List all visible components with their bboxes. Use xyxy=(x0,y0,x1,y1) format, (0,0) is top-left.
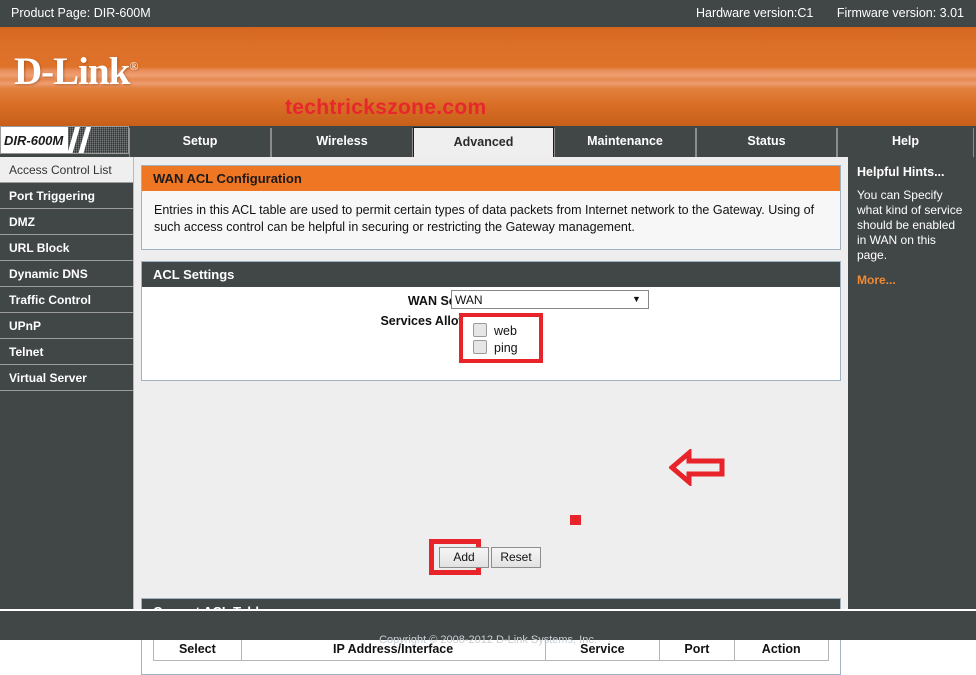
add-button[interactable]: Add xyxy=(439,547,489,568)
form-actions: Add Reset xyxy=(141,536,841,578)
sidebar-item-telnet[interactable]: Telnet xyxy=(0,339,133,365)
site-watermark: techtrickszone.com xyxy=(285,96,486,120)
registered-mark-icon: ® xyxy=(129,59,137,73)
annotation-arrow-left-icon xyxy=(669,449,725,486)
sidebar-item-upnp[interactable]: UPnP xyxy=(0,313,133,339)
acl-settings-title: ACL Settings xyxy=(142,262,840,287)
tab-advanced[interactable]: Advanced xyxy=(413,127,554,157)
helpful-hints-title: Helpful Hints... xyxy=(857,165,967,179)
tab-help[interactable]: Help xyxy=(837,128,974,157)
wan-setting-select[interactable]: WAN xyxy=(451,290,649,309)
copyright-text: Copyright © 2008-2012 D-Link Systems, In… xyxy=(0,634,976,646)
acl-settings-panel: ACL Settings WAN Setting: WAN ▼ Services… xyxy=(141,261,841,381)
sidebar-item-port-triggering[interactable]: Port Triggering xyxy=(0,183,133,209)
tab-status[interactable]: Status xyxy=(696,128,837,157)
page-body: Access Control ListPort TriggeringDMZURL… xyxy=(0,157,976,609)
sidebar-item-virtual-server[interactable]: Virtual Server xyxy=(0,365,133,391)
version-info: Hardware version:C1 Firmware version: 3.… xyxy=(676,6,964,20)
page-footer: Copyright © 2008-2012 D-Link Systems, In… xyxy=(0,609,976,640)
wan-acl-config-panel: WAN ACL Configuration Entries in this AC… xyxy=(141,165,841,250)
wan-acl-config-title: WAN ACL Configuration xyxy=(142,166,840,191)
product-topbar: Product Page: DIR-600M Hardware version:… xyxy=(0,0,976,27)
sidebar-item-dynamic-dns[interactable]: Dynamic DNS xyxy=(0,261,133,287)
acl-settings-form: WAN Setting: WAN ▼ Services Allowed: web… xyxy=(142,287,840,380)
model-badge: DIR-600M xyxy=(0,126,129,154)
services-allowed-highlight-box: web ping xyxy=(459,313,543,363)
dlink-logo-text: D-Link xyxy=(14,50,129,93)
checkbox-web[interactable] xyxy=(473,323,487,337)
sidebar-item-traffic-control[interactable]: Traffic Control xyxy=(0,287,133,313)
annotation-red-square xyxy=(570,515,581,525)
sidebar-filler xyxy=(0,391,133,607)
reset-button[interactable]: Reset xyxy=(491,547,541,568)
service-label-web: web xyxy=(494,324,517,338)
service-row-web[interactable]: web xyxy=(473,323,517,338)
checkbox-ping[interactable] xyxy=(473,340,487,354)
tab-wireless[interactable]: Wireless xyxy=(271,128,413,157)
helpful-hints-panel: Helpful Hints... You can Specify what ki… xyxy=(848,157,976,609)
dlink-logo: D-Link® xyxy=(14,49,138,94)
service-row-ping[interactable]: ping xyxy=(473,340,518,355)
product-page-label: Product Page: DIR-600M xyxy=(11,6,151,20)
sidebar-item-url-block[interactable]: URL Block xyxy=(0,235,133,261)
firmware-version: Firmware version: 3.01 xyxy=(837,6,964,20)
main-tabbar: DIR-600M SetupWirelessAdvancedMaintenanc… xyxy=(0,126,976,157)
helpful-hints-more-link[interactable]: More... xyxy=(857,273,967,287)
hardware-version: Hardware version:C1 xyxy=(696,6,813,20)
sidebar-item-access-control-list[interactable]: Access Control List xyxy=(0,157,133,183)
main-content: WAN ACL Configuration Entries in this AC… xyxy=(141,165,841,392)
sidebar-item-dmz[interactable]: DMZ xyxy=(0,209,133,235)
brand-banner: D-Link® techtrickszone.com xyxy=(0,27,976,126)
service-label-ping: ping xyxy=(494,341,518,355)
helpful-hints-body: You can Specify what kind of service sho… xyxy=(857,188,967,263)
model-badge-label: DIR-600M xyxy=(4,133,63,148)
tab-maintenance[interactable]: Maintenance xyxy=(554,128,696,157)
wan-acl-config-description: Entries in this ACL table are used to pe… xyxy=(142,191,840,249)
sidebar-menu: Access Control ListPort TriggeringDMZURL… xyxy=(0,157,134,609)
tab-setup[interactable]: Setup xyxy=(129,128,271,157)
